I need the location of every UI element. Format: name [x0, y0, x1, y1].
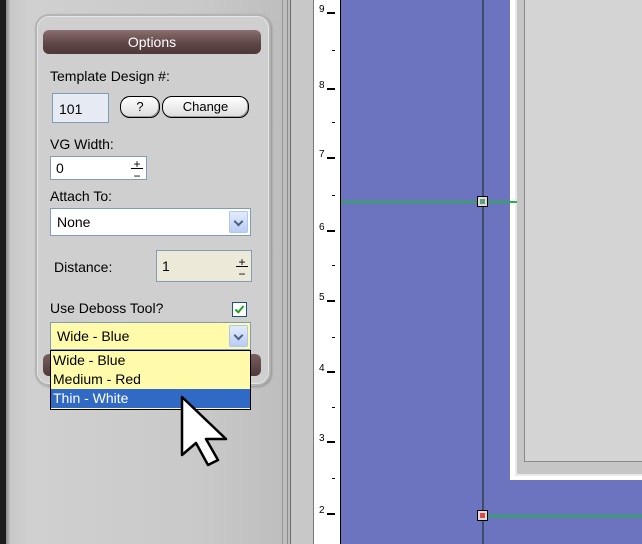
vg-width-label: VG Width: [50, 136, 114, 152]
chevron-down-icon[interactable] [229, 325, 248, 347]
ruler-label: 2 [319, 505, 325, 516]
horizontal-guide-line[interactable] [484, 515, 642, 517]
options-panel-header: Options [43, 30, 261, 54]
ruler-label: 8 [319, 80, 325, 91]
ruler-label: 9 [319, 4, 325, 15]
ruler-tick [327, 88, 335, 90]
dropdown-option-medium-red[interactable]: Medium - Red [51, 370, 250, 389]
column-divider [290, 0, 291, 544]
guide-handle[interactable] [477, 196, 488, 207]
arrow-cursor-icon [180, 395, 228, 467]
attach-to-select[interactable]: None [50, 208, 251, 236]
ruler-label: 7 [319, 149, 325, 160]
distance-value: 1 [162, 258, 170, 274]
vertical-guide-line[interactable] [482, 0, 484, 544]
ruler-tick [327, 300, 335, 302]
ruler-tick [327, 441, 335, 443]
dropdown-option-wide-blue[interactable]: Wide - Blue [51, 351, 250, 370]
plus-minus-icon[interactable]: + − [131, 158, 143, 182]
column-divider [282, 0, 283, 544]
ruler-tick [332, 407, 335, 408]
horizontal-guide-line[interactable] [341, 201, 517, 203]
chevron-down-icon[interactable] [229, 211, 248, 233]
column-divider [287, 0, 288, 544]
ruler-tick [332, 265, 335, 266]
ruler-tick [327, 513, 335, 515]
ruler-tick [332, 122, 335, 123]
ruler-label: 3 [319, 433, 325, 444]
ruler-tick [332, 478, 335, 479]
attach-to-label: Attach To: [50, 188, 113, 204]
ruler-label: 5 [319, 292, 325, 303]
use-deboss-label: Use Deboss Tool? [50, 300, 164, 316]
change-design-button[interactable]: Change [162, 96, 249, 118]
distance-label: Distance: [54, 259, 113, 275]
ruler-label: 4 [319, 363, 325, 374]
plus-minus-icon[interactable]: + − [236, 256, 248, 280]
ruler-tick [332, 50, 335, 51]
ruler-tick [327, 12, 335, 14]
vg-width-value: 0 [56, 160, 64, 176]
distance-stepper[interactable]: 1 + − [156, 250, 252, 282]
vg-width-stepper[interactable]: 0 + − [50, 156, 147, 182]
ruler-tick [327, 371, 335, 373]
deboss-style-select[interactable]: Wide - Blue [50, 322, 251, 350]
template-design-label: Template Design #: [50, 68, 170, 84]
use-deboss-checkbox[interactable] [232, 302, 247, 317]
sidebar-edge-highlight [6, 0, 10, 544]
ruler-tick [327, 157, 335, 159]
template-design-number-field[interactable]: 101 [52, 93, 109, 123]
guide-handle-selected[interactable] [477, 510, 488, 521]
attach-to-value: None [57, 214, 91, 230]
ruler-tick [332, 337, 335, 338]
design-canvas[interactable] [341, 0, 642, 544]
ruler-tick [327, 230, 335, 232]
options-panel: Options Template Design #: 101 ? Change … [35, 14, 271, 386]
vertical-ruler: 9 8 7 6 5 4 3 2 [313, 0, 341, 544]
ruler-tick [332, 195, 335, 196]
deboss-style-value: Wide - Blue [57, 328, 130, 344]
card-inner-area [524, 0, 642, 462]
ruler-label: 6 [319, 222, 325, 233]
help-button[interactable]: ? [120, 96, 160, 118]
